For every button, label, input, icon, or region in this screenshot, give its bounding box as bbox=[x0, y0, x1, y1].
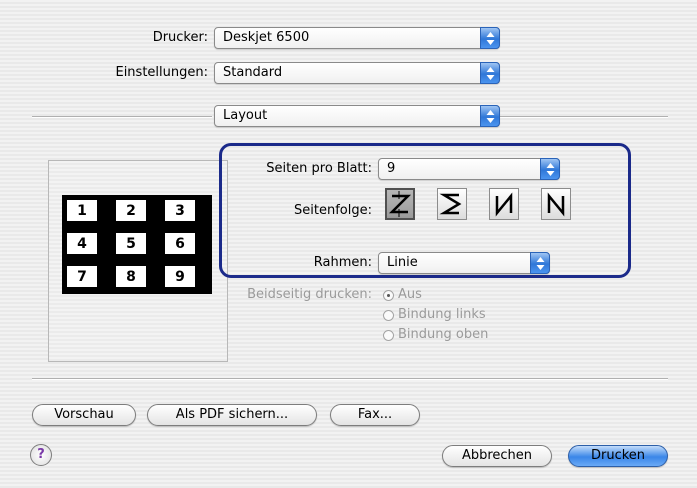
popup-arrows-icon bbox=[530, 252, 550, 274]
pages-per-sheet-label: Seiten pro Blatt: bbox=[266, 161, 372, 176]
presets-value: Standard bbox=[223, 65, 283, 80]
order-n-reverse-icon bbox=[495, 192, 513, 217]
popup-arrows-icon bbox=[540, 158, 560, 180]
page-order-z-button[interactable] bbox=[385, 188, 415, 220]
preview-cell: 2 bbox=[114, 198, 148, 223]
panel-popup[interactable]: Layout bbox=[214, 105, 500, 127]
order-z-icon bbox=[388, 191, 412, 217]
preview-cell: 3 bbox=[163, 198, 197, 223]
duplex-left-label: Bindung links bbox=[398, 307, 486, 322]
popup-arrows-icon bbox=[480, 105, 500, 127]
preview-cell: 5 bbox=[114, 231, 148, 256]
duplex-top-radio[interactable] bbox=[383, 330, 394, 341]
panel-value: Layout bbox=[223, 108, 268, 123]
preview-cell: 6 bbox=[163, 231, 197, 256]
popup-arrows-icon bbox=[480, 62, 500, 84]
separator-left bbox=[32, 116, 212, 118]
duplex-label: Beidseitig drucken: bbox=[247, 287, 372, 302]
page-order-s-button[interactable] bbox=[437, 188, 467, 220]
pages-per-sheet-popup[interactable]: 9 bbox=[378, 158, 560, 180]
fax-button[interactable]: Fax... bbox=[330, 404, 420, 426]
presets-label: Einstellungen: bbox=[115, 65, 208, 80]
printer-popup[interactable]: Deskjet 6500 bbox=[214, 27, 500, 49]
popup-arrows-icon bbox=[480, 27, 500, 49]
help-icon[interactable]: ? bbox=[30, 444, 52, 466]
preview-cell: 8 bbox=[114, 264, 148, 289]
printer-value: Deskjet 6500 bbox=[223, 30, 310, 45]
layout-preview: 1 2 3 4 5 6 7 8 9 bbox=[48, 160, 228, 362]
page-order-n-button[interactable] bbox=[541, 188, 571, 220]
presets-popup[interactable]: Standard bbox=[214, 62, 500, 84]
duplex-off-radio[interactable] bbox=[383, 290, 394, 301]
order-n-icon bbox=[547, 192, 565, 217]
page-order-n-reverse-button[interactable] bbox=[489, 188, 519, 220]
border-label: Rahmen: bbox=[313, 255, 372, 270]
preview-cell: 1 bbox=[65, 198, 99, 223]
print-button[interactable]: Drucken bbox=[568, 445, 668, 467]
save-pdf-button[interactable]: Als PDF sichern... bbox=[147, 404, 317, 426]
duplex-off-label: Aus bbox=[398, 287, 422, 302]
cancel-button[interactable]: Abbrechen bbox=[442, 445, 552, 467]
preview-cell: 4 bbox=[65, 231, 99, 256]
bottom-separator bbox=[32, 378, 668, 380]
page-order-label: Seitenfolge: bbox=[294, 203, 372, 218]
preview-cell: 9 bbox=[163, 264, 197, 289]
order-s-icon bbox=[439, 193, 462, 215]
separator-right bbox=[500, 116, 668, 118]
printer-label: Drucker: bbox=[152, 30, 208, 45]
border-value: Linie bbox=[387, 255, 418, 270]
preview-cell: 7 bbox=[65, 264, 99, 289]
duplex-top-label: Bindung oben bbox=[398, 327, 489, 342]
duplex-left-radio[interactable] bbox=[383, 310, 394, 321]
preview-button[interactable]: Vorschau bbox=[32, 404, 136, 426]
border-popup[interactable]: Linie bbox=[378, 252, 550, 274]
pages-per-sheet-value: 9 bbox=[387, 161, 396, 176]
